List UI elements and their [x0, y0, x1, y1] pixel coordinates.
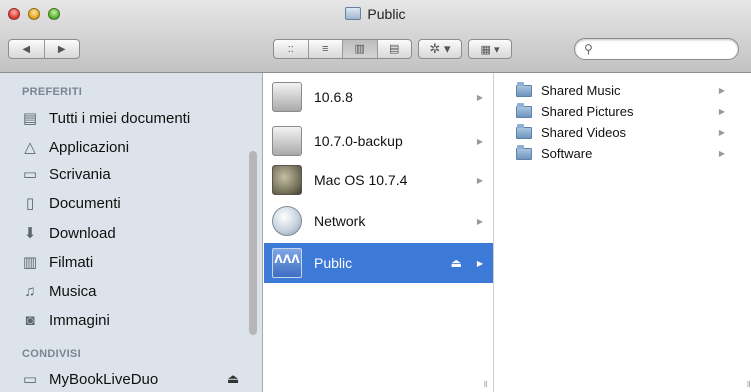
sidebar-item-label: Documenti	[49, 194, 121, 212]
disclosure-arrow-icon: ▶	[718, 107, 725, 116]
sidebar-item-label: Download	[49, 224, 116, 242]
sidebar-item-movies[interactable]: ▥ Filmati	[20, 250, 93, 274]
column-item-shared-music[interactable]: Shared Music ▶	[494, 80, 751, 101]
column-item-software[interactable]: Software ▶	[494, 143, 751, 164]
sidebar-item-desktop[interactable]: ▭ Scrivania	[20, 162, 111, 186]
folder-icon	[516, 81, 532, 97]
eject-icon[interactable]: ⏏	[451, 256, 462, 270]
window-title: Public	[0, 6, 751, 22]
view-mode-selector: :: ≡ ▥ ▤	[273, 39, 412, 59]
sidebar-item-label: Immagini	[49, 311, 110, 329]
column-item-label: Public	[314, 255, 353, 271]
sidebar-section-favorites: PREFERITI	[22, 86, 83, 98]
shared-folder-icon: ᐱᐱᐱ	[272, 248, 302, 278]
browser-column-volumes: 10.6.8 ▶ 10.7.0-backup ▶ Mac OS 10.7.4 ▶…	[264, 73, 494, 392]
column-item-network[interactable]: Network ▶	[264, 203, 493, 239]
column-resize-handle[interactable]: ll	[484, 380, 489, 389]
sidebar-scrollbar[interactable]	[249, 151, 257, 335]
toolbar: Public ◀ ▶ :: ≡ ▥ ▤ ✲ ▾ ▦ ▾ ⚲	[0, 0, 751, 73]
column-item-label: Network	[314, 213, 366, 229]
list-view-button[interactable]: ≡	[309, 40, 343, 58]
network-globe-icon	[272, 206, 302, 236]
sidebar-item-label: Filmati	[49, 253, 94, 271]
disclosure-arrow-icon: ▶	[476, 258, 483, 268]
column-item-shared-videos[interactable]: Shared Videos ▶	[494, 122, 751, 143]
documents-icon: ▯	[25, 195, 35, 212]
hard-drive-icon	[272, 126, 302, 156]
column-item-label: 10.6.8	[314, 89, 353, 105]
movies-icon: ▥	[22, 254, 38, 271]
all-files-icon: ▤	[22, 110, 38, 127]
disclosure-arrow-icon: ▶	[718, 86, 725, 95]
music-icon: ♫	[24, 282, 36, 300]
search-icon: ⚲	[584, 42, 593, 56]
action-menu-button[interactable]: ✲ ▾	[418, 39, 462, 59]
download-icon: ⬇	[23, 225, 37, 242]
disclosure-arrow-icon: ▶	[718, 149, 725, 158]
network-drive-icon: ▭	[22, 371, 38, 388]
sidebar-item-downloads[interactable]: ⬇ Download	[20, 221, 116, 245]
folder-icon	[516, 102, 532, 118]
sidebar-item-label: MyBookLiveDuo	[49, 370, 159, 388]
folder-icon	[516, 144, 532, 160]
column-resize-handle[interactable]: ll	[747, 380, 751, 389]
sidebar-item-pictures[interactable]: ◙ Immagini	[20, 308, 110, 332]
sidebar-section-shared: CONDIVISI	[22, 348, 81, 360]
coverflow-view-button[interactable]: ▤	[378, 40, 412, 58]
column-item-label: Software	[541, 146, 593, 161]
column-item-shared-pictures[interactable]: Shared Pictures ▶	[494, 101, 751, 122]
eject-icon[interactable]: ⏏	[227, 371, 239, 387]
column-item-public[interactable]: ᐱᐱᐱ Public ⏏ ▶	[264, 243, 493, 283]
sidebar-item-label: Tutti i miei documenti	[49, 109, 191, 127]
sidebar-item-label: Scrivania	[49, 165, 111, 183]
column-item-mac-os[interactable]: Mac OS 10.7.4 ▶	[264, 162, 493, 198]
finder-window: Public ◀ ▶ :: ≡ ▥ ▤ ✲ ▾ ▦ ▾ ⚲ PREFERITI …	[0, 0, 751, 392]
sidebar-item-documents[interactable]: ▯ Documenti	[20, 191, 121, 215]
sidebar-item-label: Musica	[49, 282, 97, 300]
disclosure-arrow-icon: ▶	[718, 128, 725, 137]
sidebar-item-label: Applicazioni	[49, 138, 130, 156]
search-field[interactable]: ⚲	[574, 38, 739, 60]
sidebar-item-applications[interactable]: △ Applicazioni	[20, 135, 129, 159]
column-item-label: Shared Pictures	[541, 104, 634, 119]
back-forward-buttons: ◀ ▶	[8, 39, 80, 59]
desktop-icon: ▭	[22, 166, 38, 183]
column-item-label: Shared Videos	[541, 125, 627, 140]
arrange-menu-button[interactable]: ▦ ▾	[468, 39, 512, 59]
disclosure-arrow-icon: ▶	[476, 175, 483, 185]
sidebar-item-all-my-files[interactable]: ▤ Tutti i miei documenti	[20, 106, 190, 130]
hard-drive-icon	[272, 82, 302, 112]
applications-icon: △	[24, 139, 36, 156]
column-item-label: 10.7.0-backup	[314, 133, 403, 149]
column-item-label: Mac OS 10.7.4	[314, 172, 408, 188]
shared-folder-icon	[345, 7, 362, 20]
sidebar: PREFERITI ▤ Tutti i miei documenti △ App…	[0, 73, 263, 392]
column-view-button[interactable]: ▥	[343, 40, 378, 58]
disclosure-arrow-icon: ▶	[476, 92, 483, 102]
browser-column-public: Shared Music ▶ Shared Pictures ▶ Shared …	[494, 73, 751, 392]
disclosure-arrow-icon: ▶	[476, 136, 483, 146]
sidebar-item-mybookliveduo[interactable]: ▭ MyBookLiveDuo	[20, 367, 158, 391]
folder-icon	[516, 123, 532, 139]
icon-view-button[interactable]: ::	[274, 40, 309, 58]
back-button[interactable]: ◀	[9, 44, 44, 55]
mac-os-disk-icon	[272, 165, 302, 195]
column-item-10-7-0-backup[interactable]: 10.7.0-backup ▶	[264, 123, 493, 159]
column-item-label: Shared Music	[541, 83, 621, 98]
column-item-10-6-8[interactable]: 10.6.8 ▶	[264, 79, 493, 115]
disclosure-arrow-icon: ▶	[476, 216, 483, 226]
pictures-icon: ◙	[25, 311, 35, 329]
window-title-text: Public	[367, 6, 406, 22]
forward-button[interactable]: ▶	[45, 44, 80, 55]
sidebar-item-music[interactable]: ♫ Musica	[20, 279, 97, 303]
